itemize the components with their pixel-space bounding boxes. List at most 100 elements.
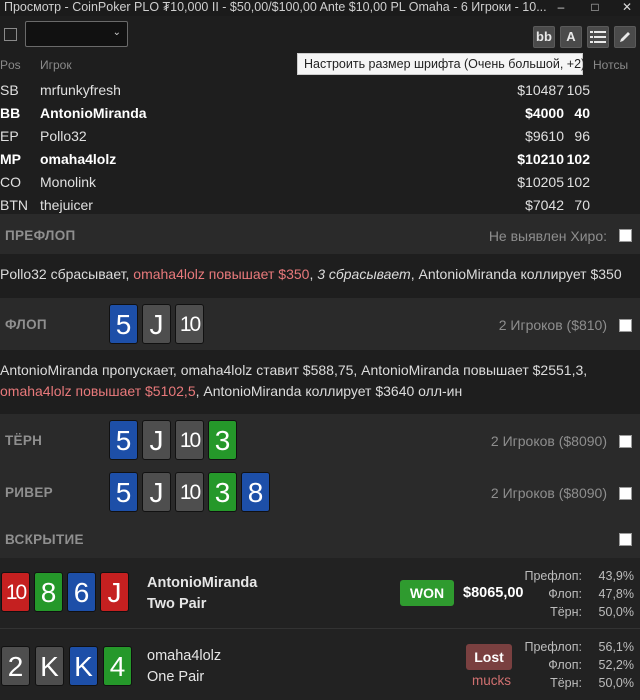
window-title: Просмотр - CoinPoker PLO ₮10,000 II - $5… bbox=[4, 0, 547, 14]
player-bb: 105 bbox=[566, 82, 590, 98]
equity-label: Префлоп: bbox=[524, 640, 582, 654]
preflop-section: ПРЕФЛОП Не выявлен Хиро: bbox=[0, 214, 640, 254]
river-section: РИВЕР 5 J 10 3 8 2 Игроков ($8090) bbox=[0, 466, 640, 518]
equity-label: Флоп: bbox=[548, 587, 582, 601]
font-size-tooltip: Настроить размер шрифта (Очень большой, … bbox=[297, 53, 585, 75]
playing-card: 8 bbox=[34, 572, 63, 612]
player-stack: $10487 bbox=[517, 82, 564, 98]
player-position: MP bbox=[0, 151, 21, 167]
header-player: Игрок bbox=[40, 58, 72, 72]
playing-card: 10 bbox=[175, 472, 204, 512]
minimize-icon[interactable]: – bbox=[550, 0, 572, 16]
player-row[interactable]: BB AntonioMiranda $4000 40 bbox=[0, 102, 640, 125]
playing-card: 5 bbox=[109, 304, 138, 344]
preflop-label: ПРЕФЛОП bbox=[5, 228, 76, 243]
equity-value: 56,1% bbox=[598, 640, 634, 654]
playing-card: 10 bbox=[175, 420, 204, 460]
action-call-text: , AntonioMiranda коллирует $3640 олл-ин bbox=[195, 383, 463, 399]
action-fold-text: 3 сбрасывает bbox=[317, 266, 411, 282]
player-row[interactable]: EP Pollo32 $9610 96 bbox=[0, 125, 640, 148]
equity-value: 50,0% bbox=[598, 676, 634, 690]
equity-value: 47,8% bbox=[598, 587, 634, 601]
player-row[interactable]: SB mrfunkyfresh $10487 105 bbox=[0, 79, 640, 102]
winner-hand: Two Pair bbox=[147, 596, 207, 612]
player-stack: $4000 bbox=[525, 105, 564, 121]
player-bb: 70 bbox=[574, 197, 590, 213]
playing-card: J bbox=[142, 420, 171, 460]
flop-actions-line1: AntonioMiranda пропускает, omaha4lolz ст… bbox=[0, 362, 588, 378]
turn-section: ТЁРН 5 J 10 3 2 Игроков ($8090) bbox=[0, 414, 640, 466]
edit-button[interactable] bbox=[614, 26, 636, 48]
equity-label: Тёрн: bbox=[550, 605, 582, 619]
player-position: SB bbox=[0, 82, 19, 98]
player-position: CO bbox=[0, 174, 21, 190]
playing-card: J bbox=[100, 572, 129, 612]
equity-label: Тёрн: bbox=[550, 676, 582, 690]
player-name: mrfunkyfresh bbox=[40, 82, 121, 98]
toolbar: ⌄ bb A bbox=[0, 18, 640, 54]
playing-card: 3 bbox=[208, 472, 237, 512]
player-stack: $9610 bbox=[525, 128, 564, 144]
playing-card: 10 bbox=[175, 304, 204, 344]
showdown-checkbox[interactable] bbox=[619, 533, 632, 546]
action-raise-text: omaha4lolz повышает $5102,5 bbox=[0, 383, 196, 399]
font-size-button[interactable]: A bbox=[560, 26, 582, 48]
close-icon[interactable]: ✕ bbox=[616, 0, 638, 16]
turn-players-text: 2 Игроков ($8090) bbox=[490, 433, 607, 449]
equity-value: 50,0% bbox=[598, 605, 634, 619]
lost-badge: Lost bbox=[466, 644, 512, 670]
header-hands: Нотсы bbox=[593, 58, 629, 72]
player-position: EP bbox=[0, 128, 19, 144]
player-stack: $10210 bbox=[517, 151, 564, 167]
equity-value: 43,9% bbox=[598, 569, 634, 583]
showdown-label: ВСКРЫТИЕ bbox=[5, 532, 84, 547]
player-bb: 96 bbox=[574, 128, 590, 144]
header-pos: Pos bbox=[0, 58, 21, 72]
player-name: AntonioMiranda bbox=[40, 105, 147, 121]
won-badge: WON bbox=[400, 580, 454, 606]
winner-name: AntonioMiranda bbox=[147, 575, 258, 591]
loser-hand: One Pair bbox=[147, 669, 205, 685]
playing-card: J bbox=[142, 304, 171, 344]
player-position: BTN bbox=[0, 197, 28, 213]
playing-card: 10 bbox=[1, 572, 30, 612]
player-bb: 102 bbox=[566, 151, 590, 167]
maximize-icon[interactable]: □ bbox=[584, 0, 606, 16]
preflop-checkbox[interactable] bbox=[619, 229, 632, 242]
list-view-button[interactable] bbox=[587, 26, 609, 48]
view-dropdown[interactable]: ⌄ bbox=[25, 21, 128, 47]
player-name: thejuicer bbox=[40, 197, 93, 213]
river-players-text: 2 Игроков ($8090) bbox=[490, 485, 607, 501]
showdown-section: ВСКРЫТИЕ bbox=[0, 518, 640, 558]
equity-value: 52,2% bbox=[598, 658, 634, 672]
playing-card: 5 bbox=[109, 420, 138, 460]
player-stack: $10205 bbox=[517, 174, 564, 190]
player-name: Pollo32 bbox=[40, 128, 87, 144]
player-row[interactable]: MP omaha4lolz $10210 102 bbox=[0, 148, 640, 171]
winner-equity: Префлоп: 43,9% Флоп: 47,8% Тёрн: 50,0% bbox=[514, 569, 634, 625]
player-bb: 40 bbox=[574, 105, 590, 121]
bb-toggle-button[interactable]: bb bbox=[533, 26, 555, 48]
player-row[interactable]: CO Monolink $10205 102 bbox=[0, 171, 640, 194]
select-all-checkbox[interactable] bbox=[4, 28, 17, 41]
mucks-text: mucks bbox=[472, 673, 512, 688]
showdown-row-loser: 2KK4 omaha4lolz One Pair Lost mucks Преф… bbox=[0, 629, 640, 700]
player-bb: 102 bbox=[566, 174, 590, 190]
turn-checkbox[interactable] bbox=[619, 435, 632, 448]
preflop-actions: Pollo32 сбрасывает, omaha4lolz повышает … bbox=[0, 266, 640, 282]
flop-checkbox[interactable] bbox=[619, 319, 632, 332]
river-checkbox[interactable] bbox=[619, 487, 632, 500]
flop-players-text: 2 Игроков ($810) bbox=[498, 317, 607, 333]
playing-card: 6 bbox=[67, 572, 96, 612]
list-icon bbox=[590, 31, 606, 43]
player-name: Monolink bbox=[40, 174, 97, 190]
equity-label: Флоп: bbox=[548, 658, 582, 672]
loser-equity: Префлоп: 56,1% Флоп: 52,2% Тёрн: 50,0% bbox=[514, 640, 634, 696]
pencil-icon bbox=[620, 32, 630, 42]
playing-card: 5 bbox=[109, 472, 138, 512]
flop-actions-line2: omaha4lolz повышает $5102,5, AntonioMira… bbox=[0, 383, 640, 399]
flop-section: ФЛОП 5 J 10 2 Игроков ($810) bbox=[0, 298, 640, 350]
playing-card: J bbox=[142, 472, 171, 512]
loser-name: omaha4lolz bbox=[147, 648, 222, 664]
river-label: РИВЕР bbox=[5, 485, 53, 500]
